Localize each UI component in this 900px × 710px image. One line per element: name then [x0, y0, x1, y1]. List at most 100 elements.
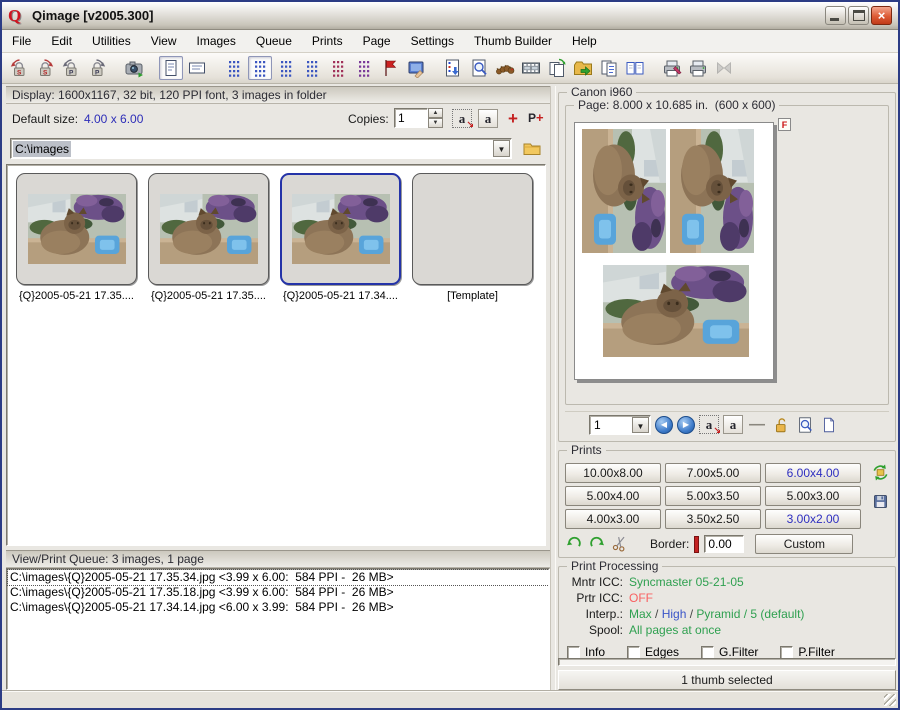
menu-help[interactable]: Help [562, 31, 607, 51]
size-button-4x3[interactable]: 4.00x3.00 [565, 509, 661, 529]
menu-page[interactable]: Page [353, 31, 401, 51]
auto-fit-text-button[interactable]: a↘ [699, 415, 719, 434]
preview-image-portrait-1[interactable] [582, 129, 666, 253]
menu-file[interactable]: File [2, 31, 41, 51]
copies-input[interactable] [394, 108, 428, 128]
spinner-down-icon[interactable]: ▼ [428, 118, 443, 128]
portrait-page-icon[interactable] [159, 56, 183, 80]
page-flag-icon[interactable]: F [778, 118, 791, 131]
custom-size-button[interactable]: Custom [755, 534, 853, 554]
menu-thumb-builder[interactable]: Thumb Builder [464, 31, 562, 51]
add-page-print-button[interactable]: P+ [528, 110, 544, 125]
thumbnail-item[interactable]: {Q}2005-05-21 17.35.... [143, 173, 274, 302]
pfilter-checkbox[interactable] [780, 646, 793, 659]
queue-list[interactable]: C:\images\{Q}2005-05-21 17.35.34.jpg <3.… [6, 568, 550, 690]
auto-fit-text-button[interactable]: a↘ [452, 109, 472, 128]
size-button-35x25[interactable]: 3.50x2.50 [665, 509, 761, 529]
size-button-5x3[interactable]: 5.00x3.00 [765, 486, 861, 506]
menu-queue[interactable]: Queue [246, 31, 302, 51]
undo-button[interactable] [565, 534, 583, 555]
folder-path-combo[interactable]: C:\images ▼ [10, 138, 512, 159]
print-icon[interactable] [686, 56, 710, 80]
prtr-icc-value[interactable]: OFF [629, 591, 653, 607]
camera-icon[interactable] [122, 56, 146, 80]
menu-view[interactable]: View [141, 31, 187, 51]
new-page-button[interactable] [819, 415, 839, 435]
spool-value[interactable]: All pages at once [629, 623, 721, 639]
layout-grid-red-icon[interactable] [326, 56, 350, 80]
menu-prints[interactable]: Prints [302, 31, 353, 51]
thumbnail-image[interactable] [280, 173, 401, 285]
add-print-button[interactable]: + [508, 109, 518, 129]
scroll-lock-s-back-icon[interactable] [7, 56, 31, 80]
copy-page-icon[interactable] [545, 56, 569, 80]
close-button[interactable]: × [871, 6, 892, 25]
queue-header[interactable]: View/Print Queue: 3 images, 1 page [6, 550, 550, 568]
thumbnail-item-selected[interactable]: {Q}2005-05-21 17.34.... [275, 173, 406, 302]
menu-edit[interactable]: Edit [41, 31, 82, 51]
size-button-3x2[interactable]: 3.00x2.00 [765, 509, 861, 529]
thumbnail-image[interactable] [148, 173, 269, 285]
book-view-icon[interactable] [623, 56, 647, 80]
edges-checkbox[interactable] [627, 646, 640, 659]
print-setup-icon[interactable] [660, 56, 684, 80]
landscape-page-icon[interactable] [185, 56, 209, 80]
menu-utilities[interactable]: Utilities [82, 31, 141, 51]
thumbnail-item-template[interactable]: [Template] [407, 173, 538, 302]
queue-row[interactable]: C:\images\{Q}2005-05-21 17.35.34.jpg <3.… [8, 570, 549, 585]
default-size-value[interactable]: 4.00 x 6.00 [84, 112, 143, 126]
page-number-combo[interactable]: 1 ▼ [589, 415, 651, 435]
remove-button[interactable]: — [747, 415, 767, 435]
preview-image-portrait-2[interactable] [670, 129, 754, 253]
info-checkbox[interactable] [567, 646, 580, 659]
insert-image-icon[interactable] [404, 56, 428, 80]
page-zoom-button[interactable] [795, 415, 815, 435]
menu-images[interactable]: Images [187, 31, 246, 51]
thumb-builder-icon[interactable] [493, 56, 517, 80]
size-button-7x5[interactable]: 7.00x5.00 [665, 463, 761, 483]
size-button-5x4[interactable]: 5.00x4.00 [565, 486, 661, 506]
scroll-lock-p-back-icon[interactable] [59, 56, 83, 80]
interp-value[interactable]: Max / High / Pyramid / 5 (default) [629, 607, 804, 623]
font-button[interactable]: a [478, 109, 498, 128]
scroll-lock-s-forward-icon[interactable] [33, 56, 57, 80]
duplicate-page-icon[interactable] [597, 56, 621, 80]
filmstrip-icon[interactable] [519, 56, 543, 80]
preview-page-icon[interactable] [467, 56, 491, 80]
thumbnail-panel[interactable]: {Q}2005-05-21 17.35.... {Q}2005-05-21 17… [6, 164, 546, 546]
mntr-icc-value[interactable]: Syncmaster 05-21-05 [629, 575, 744, 591]
template-thumbnail[interactable] [412, 173, 533, 285]
prev-page-button[interactable]: ◀ [655, 416, 673, 434]
queue-row[interactable]: C:\images\{Q}2005-05-21 17.35.18.jpg <3.… [8, 585, 549, 600]
recycle-prints-button[interactable] [871, 463, 890, 487]
layout-grid-2-icon[interactable] [248, 56, 272, 80]
next-page-button[interactable]: ▶ [677, 416, 695, 434]
flag-icon[interactable] [378, 56, 402, 80]
border-color-swatch[interactable] [694, 536, 699, 553]
dropdown-arrow-icon[interactable]: ▼ [493, 140, 510, 157]
layout-grid-4-icon[interactable] [300, 56, 324, 80]
folder-open-button[interactable] [522, 138, 542, 158]
gfilter-checkbox[interactable] [701, 646, 714, 659]
font-button[interactable]: a [723, 415, 743, 434]
preview-image-landscape[interactable] [603, 265, 749, 357]
cancel-print-icon[interactable] [712, 56, 736, 80]
page-preview[interactable] [574, 122, 774, 380]
border-input[interactable] [704, 535, 744, 553]
save-prints-button[interactable] [872, 493, 889, 515]
layout-grid-mixed-icon[interactable] [352, 56, 376, 80]
maximize-button[interactable] [848, 6, 869, 25]
thumbnail-item[interactable]: {Q}2005-05-21 17.35.... [11, 173, 142, 302]
export-queue-icon[interactable] [571, 56, 595, 80]
dropdown-arrow-icon[interactable]: ▼ [632, 417, 649, 433]
queue-row[interactable]: C:\images\{Q}2005-05-21 17.34.14.jpg <6.… [8, 600, 549, 615]
cut-button[interactable] [611, 534, 629, 555]
size-button-10x8[interactable]: 10.00x8.00 [565, 463, 661, 483]
minimize-button[interactable] [825, 6, 846, 25]
thumbnail-image[interactable] [16, 173, 137, 285]
queue-list-icon[interactable] [441, 56, 465, 80]
scroll-lock-p-forward-icon[interactable] [85, 56, 109, 80]
size-button-5x35[interactable]: 5.00x3.50 [665, 486, 761, 506]
menu-settings[interactable]: Settings [401, 31, 464, 51]
spinner-up-icon[interactable]: ▲ [428, 108, 443, 118]
